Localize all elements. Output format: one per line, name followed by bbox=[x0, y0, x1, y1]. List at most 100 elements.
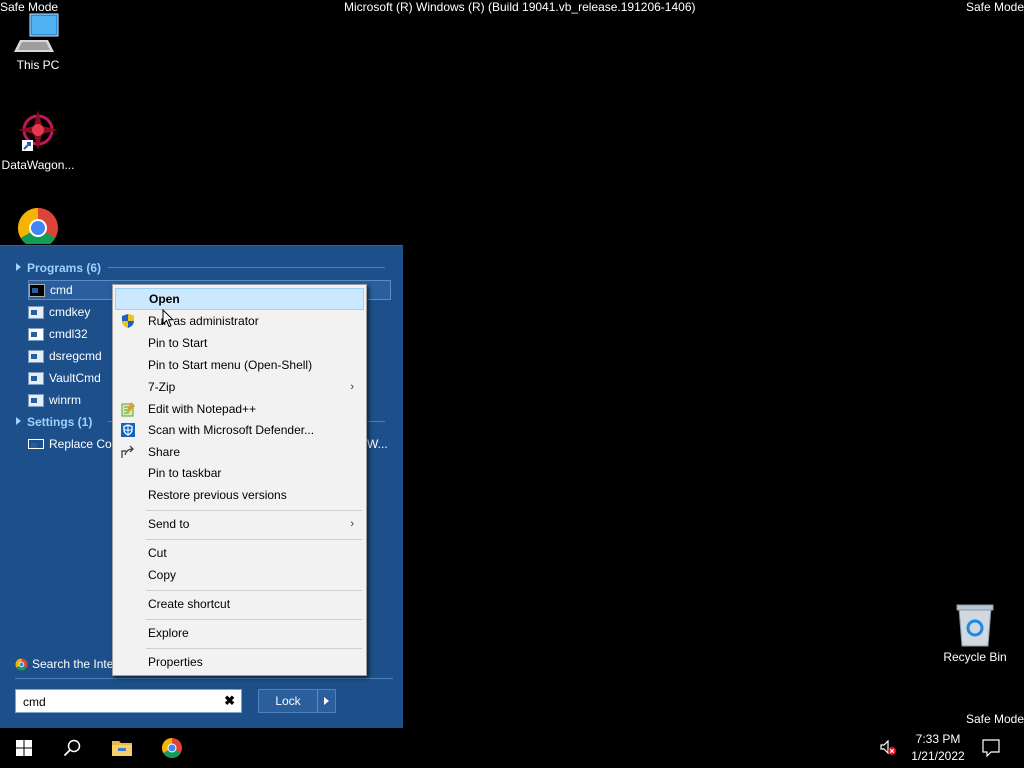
menu-item-share[interactable]: Share bbox=[115, 441, 364, 463]
search-input[interactable] bbox=[21, 691, 220, 713]
menu-item-label: 7-Zip bbox=[148, 380, 176, 394]
share-icon bbox=[121, 445, 134, 458]
menu-item-edit-notepadpp[interactable]: Edit with Notepad++ bbox=[115, 398, 364, 420]
start-search-box[interactable]: ✖ bbox=[15, 689, 242, 713]
power-options-arrow-icon[interactable] bbox=[324, 697, 329, 705]
taskbar: 7:33 PM 1/21/2022 bbox=[0, 728, 1024, 768]
menu-item-open[interactable]: Open bbox=[115, 288, 364, 310]
folder-icon bbox=[112, 741, 132, 756]
volume-muted-icon bbox=[880, 740, 896, 755]
menu-item-label: Restore previous versions bbox=[148, 488, 287, 502]
menu-item-label: Copy bbox=[148, 568, 177, 582]
lock-button-label: Lock bbox=[275, 694, 301, 708]
chrome-icon bbox=[162, 738, 182, 758]
program-label: cmdl32 bbox=[49, 327, 88, 341]
clear-search-icon[interactable]: ✖ bbox=[224, 693, 235, 709]
settings-item-overflow: W... bbox=[367, 434, 388, 454]
settings-header[interactable]: Settings (1) bbox=[16, 415, 92, 429]
lock-button[interactable]: Lock bbox=[258, 689, 336, 713]
file-explorer-button[interactable] bbox=[98, 728, 146, 768]
recycle-bin-icon bbox=[956, 604, 994, 647]
notepad-plus-icon bbox=[121, 402, 135, 417]
program-item-cmdkey[interactable]: cmdkey bbox=[28, 302, 90, 322]
context-menu: Open Run as administrator Pin to Start P… bbox=[112, 284, 367, 676]
divider bbox=[15, 678, 393, 679]
menu-item-label: Cut bbox=[148, 546, 167, 560]
datawagon-shortcut-icon bbox=[18, 110, 58, 151]
app-window-icon bbox=[28, 371, 44, 385]
menu-item-pin-to-start-open-shell[interactable]: Pin to Start menu (Open-Shell) bbox=[115, 354, 364, 376]
menu-item-properties[interactable]: Properties bbox=[115, 651, 364, 673]
menu-item-label: Pin to Start bbox=[148, 336, 208, 350]
keyboard-icon bbox=[28, 439, 44, 449]
defender-icon bbox=[121, 423, 135, 437]
submenu-arrow-icon: › bbox=[350, 381, 354, 393]
menu-item-copy[interactable]: Copy bbox=[115, 564, 364, 586]
program-item-vaultcmd[interactable]: VaultCmd bbox=[28, 368, 101, 388]
desktop-icon-label: Recycle Bin bbox=[943, 650, 1007, 664]
divider bbox=[317, 690, 318, 712]
menu-item-label: Pin to taskbar bbox=[148, 466, 222, 480]
menu-separator bbox=[146, 590, 362, 591]
menu-item-pin-to-start[interactable]: Pin to Start bbox=[115, 332, 364, 354]
menu-item-pin-to-taskbar[interactable]: Pin to taskbar bbox=[115, 462, 364, 484]
menu-item-label: Edit with Notepad++ bbox=[148, 402, 257, 416]
desktop-icon-this-pc[interactable]: This PC bbox=[0, 12, 76, 72]
program-label: cmdkey bbox=[49, 305, 91, 319]
menu-item-label: Explore bbox=[148, 626, 189, 640]
cmd-icon bbox=[29, 283, 45, 297]
clock-date: 1/21/2022 bbox=[911, 749, 965, 763]
menu-separator bbox=[146, 619, 362, 620]
notification-icon bbox=[982, 739, 1000, 757]
program-item-cmdl32[interactable]: cmdl32 bbox=[28, 324, 88, 344]
menu-item-scan-defender[interactable]: Scan with Microsoft Defender... bbox=[115, 419, 364, 441]
chrome-taskbar-button[interactable] bbox=[148, 728, 196, 768]
shield-icon bbox=[122, 314, 134, 328]
menu-separator bbox=[146, 510, 362, 511]
menu-item-label: Pin to Start menu (Open-Shell) bbox=[148, 358, 313, 372]
dialer-icon bbox=[28, 327, 44, 341]
divider bbox=[108, 267, 385, 268]
program-label: dsregcmd bbox=[49, 349, 102, 363]
expand-arrow-icon bbox=[16, 417, 21, 425]
menu-item-label: Open bbox=[149, 292, 180, 306]
safe-mode-label-top-right: Safe Mode bbox=[965, 0, 1024, 14]
safe-mode-label-bottom-right: Safe Mode bbox=[965, 712, 1024, 726]
settings-item-label: Replace Cor bbox=[49, 437, 116, 451]
program-item-dsregcmd[interactable]: dsregcmd bbox=[28, 346, 102, 366]
clock-time: 7:33 PM bbox=[915, 732, 961, 746]
chrome-icon bbox=[15, 657, 28, 671]
menu-item-7zip[interactable]: 7-Zip › bbox=[115, 376, 364, 398]
app-window-icon bbox=[28, 305, 44, 319]
mouse-cursor-icon bbox=[162, 309, 174, 328]
start-button[interactable] bbox=[0, 728, 48, 768]
menu-item-restore-previous[interactable]: Restore previous versions bbox=[115, 484, 364, 506]
program-label: cmd bbox=[50, 283, 73, 297]
script-icon bbox=[28, 393, 44, 407]
menu-item-label: Properties bbox=[148, 655, 203, 669]
menu-separator bbox=[146, 648, 362, 649]
search-button[interactable] bbox=[48, 728, 96, 768]
programs-header[interactable]: Programs (6) bbox=[16, 261, 101, 275]
menu-item-cut[interactable]: Cut bbox=[115, 542, 364, 564]
search-internet-item[interactable]: Search the Inte bbox=[15, 654, 113, 674]
clock[interactable]: 7:33 PM 1/21/2022 bbox=[905, 731, 971, 765]
windows-logo-icon bbox=[16, 740, 32, 756]
chrome-icon bbox=[18, 208, 58, 244]
settings-item-replace[interactable]: Replace Cor bbox=[28, 434, 116, 454]
program-item-winrm[interactable]: winrm bbox=[28, 390, 81, 410]
menu-item-send-to[interactable]: Send to › bbox=[115, 513, 364, 535]
desktop-icon-label: This PC bbox=[16, 58, 60, 72]
desktop-icon-datawagon[interactable]: DataWagon... bbox=[0, 108, 76, 172]
action-center-button[interactable] bbox=[968, 728, 1014, 768]
settings-item-label-tail: W... bbox=[367, 437, 388, 451]
menu-item-run-as-admin[interactable]: Run as administrator bbox=[115, 310, 364, 332]
desktop-icon-recycle-bin[interactable]: Recycle Bin bbox=[937, 602, 1013, 664]
settings-header-label: Settings (1) bbox=[27, 415, 93, 429]
menu-item-create-shortcut[interactable]: Create shortcut bbox=[115, 593, 364, 615]
menu-item-explore[interactable]: Explore bbox=[115, 622, 364, 644]
submenu-arrow-icon: › bbox=[350, 518, 354, 530]
desktop-icon-chrome[interactable] bbox=[0, 206, 76, 244]
search-internet-label: Search the Inte bbox=[32, 657, 114, 671]
volume-button[interactable] bbox=[872, 728, 904, 768]
